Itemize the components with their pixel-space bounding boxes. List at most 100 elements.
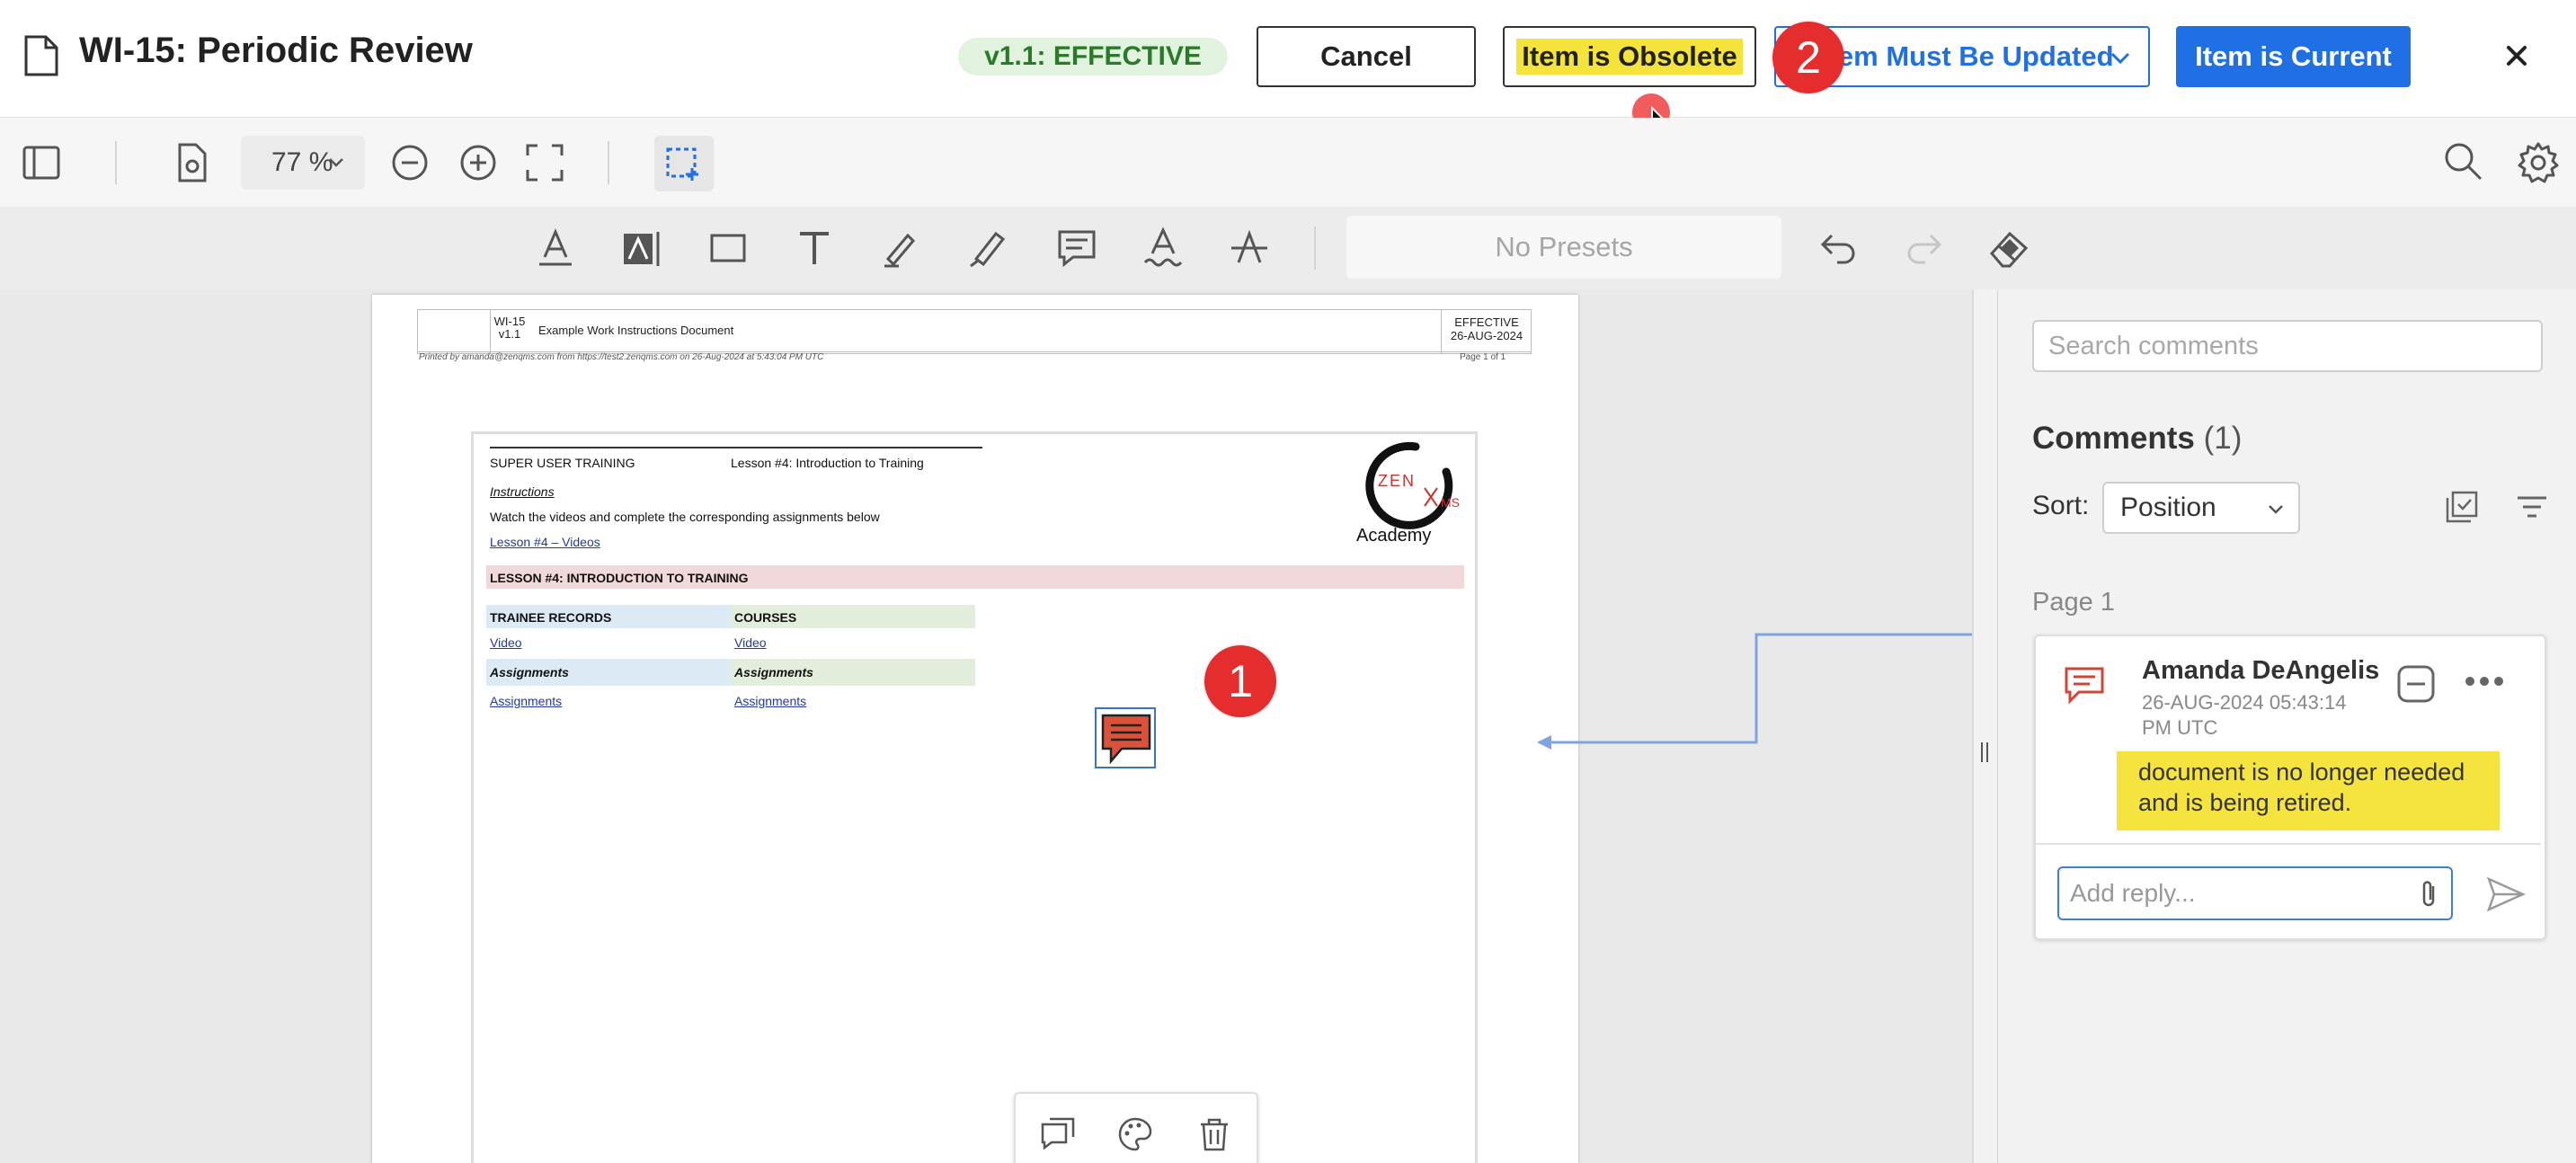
comments-panel: Search comments Comments (1) Sort: Posit… — [1972, 289, 2576, 1163]
filter-icon[interactable] — [2514, 491, 2550, 523]
item-obsolete-button[interactable]: Item is Obsolete — [1503, 26, 1756, 87]
doc-status: EFFECTIVE — [1454, 315, 1519, 329]
fit-page-icon[interactable] — [523, 141, 566, 184]
app-header: WI-15: Periodic Review v1.1: EFFECTIVE C… — [0, 0, 2576, 119]
comment-card[interactable]: Amanda DeAngelis 26-AUG-2024 05:43:14 PM… — [2034, 635, 2546, 940]
section-heading: LESSON #4: INTRODUCTION TO TRAINING — [490, 571, 749, 585]
doc-title: Example Work Instructions Document — [538, 324, 734, 337]
comments-title: Comments (1) — [2032, 421, 2242, 457]
logo-zen-text: ZEN — [1378, 472, 1416, 490]
item-must-be-updated-label: Item Must Be Updated — [1821, 40, 2114, 72]
page-title: WI-15: Periodic Review — [79, 31, 473, 70]
assignments-link-1[interactable]: Assignments — [490, 694, 562, 708]
chevron-down-icon — [2110, 52, 2130, 65]
divider — [1314, 226, 1316, 270]
comment-author: Amanda DeAngelis — [2142, 656, 2380, 685]
instructions-label: Instructions — [490, 484, 555, 499]
document-page: WI-15 v1.1 Example Work Instructions Doc… — [372, 295, 1972, 1163]
reply-placeholder: Add reply... — [2070, 879, 2196, 907]
zoom-in-icon[interactable] — [457, 141, 500, 184]
course-title: SUPER USER TRAINING — [490, 456, 635, 470]
item-obsolete-label: Item is Obsolete — [1516, 39, 1743, 75]
reply-input[interactable]: Add reply... — [2057, 866, 2453, 920]
document-content: SUPER USER TRAINING Lesson #4: Introduct… — [471, 431, 1478, 1163]
multi-select-icon[interactable] — [2444, 489, 2480, 525]
comments-search-input[interactable]: Search comments — [2032, 320, 2543, 372]
zenqms-academy-logo: ZEN MS Academy — [1346, 436, 1471, 553]
annotation-toolbar: No Presets — [0, 207, 2576, 290]
chevron-down-icon — [329, 158, 343, 167]
more-options-icon[interactable] — [2464, 674, 2505, 688]
doc-date: 26-AUG-2024 — [1450, 329, 1523, 342]
gear-icon[interactable] — [2517, 141, 2560, 184]
assignments-heading-2: Assignments — [734, 665, 813, 679]
attachment-icon[interactable] — [2417, 879, 2442, 910]
text-icon[interactable] — [793, 226, 836, 270]
assignments-link-2[interactable]: Assignments — [734, 694, 806, 708]
comments-panel-body: Search comments Comments (1) Sort: Posit… — [1997, 289, 2576, 1163]
assignments-heading-1: Assignments — [490, 665, 569, 679]
cancel-button[interactable]: Cancel — [1257, 26, 1476, 87]
comment-icon[interactable] — [1055, 226, 1098, 270]
divider — [608, 141, 609, 184]
comment-annotation[interactable] — [1095, 707, 1156, 768]
trash-icon[interactable] — [1195, 1115, 1233, 1153]
zoom-select[interactable]: 77 % — [241, 136, 365, 190]
rectangle-icon[interactable] — [706, 226, 750, 270]
reply-comment-icon[interactable] — [1039, 1115, 1077, 1153]
logo-ms-text: MS — [1441, 495, 1460, 510]
close-icon[interactable] — [2495, 34, 2538, 77]
item-current-button[interactable]: Item is Current — [2176, 26, 2411, 87]
send-icon[interactable] — [2485, 875, 2527, 913]
textbox-icon[interactable] — [620, 226, 663, 270]
document-header: WI-15 v1.1 Example Work Instructions Doc… — [417, 309, 1532, 354]
sort-select[interactable]: Position — [2102, 482, 2300, 534]
presets-select[interactable]: No Presets — [1346, 216, 1781, 279]
sidebar-toggle-icon[interactable] — [20, 141, 63, 184]
redo-icon — [1907, 234, 1942, 264]
eraser-icon[interactable] — [1988, 226, 2031, 270]
area-select-button[interactable] — [654, 136, 714, 191]
instructions-text: Watch the videos and complete the corres… — [490, 510, 880, 524]
trainee-records-heading: TRAINEE RECORDS — [490, 610, 612, 625]
area-select-icon — [666, 147, 698, 181]
video-link-1[interactable]: Video — [490, 635, 522, 650]
comments-title-text: Comments — [2032, 421, 2195, 456]
sort-label: Sort: — [2032, 491, 2090, 520]
search-icon[interactable] — [2441, 139, 2484, 182]
pen-icon[interactable] — [879, 226, 922, 270]
annotation-connector — [1537, 633, 1972, 750]
strikeout-icon[interactable] — [1228, 226, 1271, 270]
zoom-out-icon[interactable] — [388, 141, 431, 184]
highlighter-icon[interactable] — [965, 226, 1008, 270]
video-link-2[interactable]: Video — [734, 635, 767, 650]
comment-text: document is no longer needed and is bein… — [2117, 751, 2500, 830]
comment-icon — [1101, 714, 1151, 765]
reply-area: Add reply... — [2036, 843, 2541, 937]
annotation-popup-toolbar — [1014, 1092, 1258, 1163]
resolve-icon[interactable] — [2395, 663, 2437, 705]
printed-by: Printed by amanda@zenqms.com from https:… — [419, 352, 824, 362]
comments-page-label: Page 1 — [2032, 588, 2115, 617]
status-badge: v1.1: EFFECTIVE — [958, 38, 1228, 75]
squiggly-icon[interactable] — [1141, 226, 1185, 270]
panel-resize-handle[interactable] — [1977, 739, 1992, 766]
palette-icon[interactable] — [1116, 1115, 1154, 1153]
doc-settings-icon[interactable] — [171, 141, 214, 184]
chevron-down-icon — [2269, 505, 2283, 514]
comments-count: (1) — [2203, 421, 2243, 456]
step-badge-2: 2 — [1772, 22, 1844, 93]
step-badge-1: 1 — [1204, 645, 1276, 717]
undo-icon[interactable] — [1817, 226, 1861, 270]
zoom-value: 77 % — [271, 147, 333, 177]
underline-icon[interactable] — [534, 226, 577, 270]
sort-value: Position — [2120, 493, 2216, 522]
logo-academy-text: Academy — [1356, 526, 1432, 546]
viewer-toolbar: 77 % — [0, 118, 2576, 207]
videos-link[interactable]: Lesson #4 – Videos — [490, 535, 600, 549]
page-number: Page 1 of 1 — [1460, 352, 1506, 362]
divider — [115, 141, 117, 184]
comment-icon — [2065, 667, 2104, 705]
courses-heading: COURSES — [734, 610, 797, 625]
document-icon — [24, 35, 58, 76]
